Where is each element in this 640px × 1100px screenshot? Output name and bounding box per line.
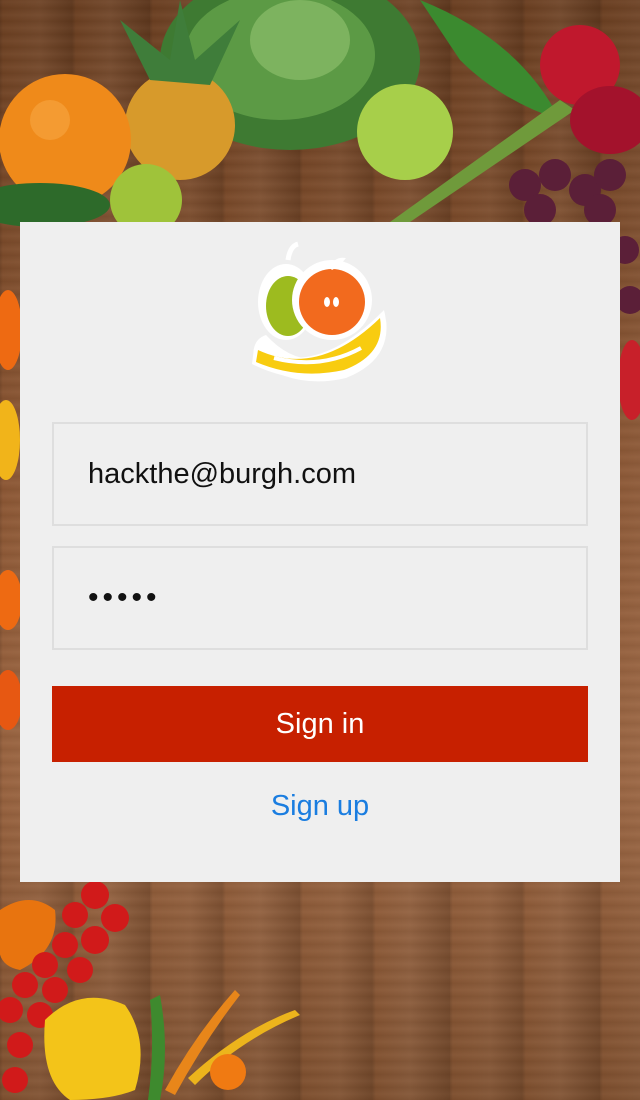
green-apple (357, 84, 453, 180)
fruit-basket-logo-icon (252, 241, 387, 382)
green-chili (148, 995, 165, 1100)
sign-up-link[interactable]: Sign up (0, 790, 640, 823)
pineapple (125, 70, 235, 180)
email-field[interactable]: hackthe@burgh.com (52, 422, 588, 526)
tomato (210, 1054, 246, 1090)
yellow-pepper (44, 997, 141, 1100)
pepper-edge (0, 290, 22, 370)
password-field[interactable]: ••••• (52, 546, 588, 650)
sign-in-button[interactable]: Sign in (52, 686, 588, 762)
